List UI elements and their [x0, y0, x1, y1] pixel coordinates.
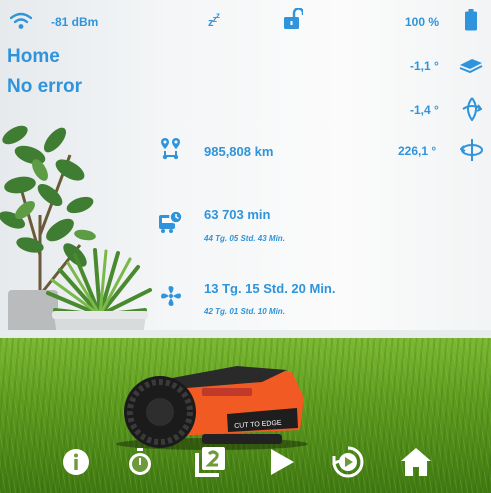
distance-icon	[161, 138, 180, 160]
battery-icon	[465, 9, 477, 31]
wifi-signal-text: -81 dBm	[51, 15, 99, 29]
mower-image: CUT TO EDGE	[116, 366, 308, 450]
work-time-value: 13 Tg. 15 Std. 20 Min.	[204, 281, 336, 296]
pitch-icon	[459, 59, 483, 73]
blade-time-value: 63 703 min	[204, 207, 271, 222]
stopwatch-icon[interactable]	[122, 444, 158, 480]
play-icon[interactable]	[264, 444, 300, 480]
info-icon[interactable]	[58, 444, 94, 480]
yaw-value: 226,1 °	[398, 144, 437, 158]
blade-time-icon	[159, 210, 183, 233]
replay-icon[interactable]	[330, 444, 366, 480]
distance-value: 985,808 km	[204, 144, 274, 159]
pitch-value: -1,1 °	[410, 59, 439, 73]
background-scene: CUT TO EDGE	[0, 0, 491, 493]
battery-level-text: 100 %	[405, 15, 440, 29]
blade-time-detail: 44 Tg. 05 Std. 43 Min.	[204, 234, 285, 243]
work-time-detail: 42 Tg. 01 Std. 10 Min.	[204, 307, 285, 316]
yaw-icon	[460, 139, 483, 161]
unlocked-padlock-icon[interactable]	[283, 8, 303, 30]
fan-icon	[161, 286, 181, 306]
roll-icon	[462, 97, 482, 121]
sleep-icon: zzz	[208, 11, 220, 29]
home-icon[interactable]	[398, 444, 434, 480]
zone-2-icon[interactable]	[192, 444, 228, 480]
roll-value: -1,4 °	[410, 103, 439, 117]
error-status: No error	[7, 76, 82, 97]
location-status: Home	[7, 46, 60, 67]
wifi-icon	[10, 12, 32, 29]
